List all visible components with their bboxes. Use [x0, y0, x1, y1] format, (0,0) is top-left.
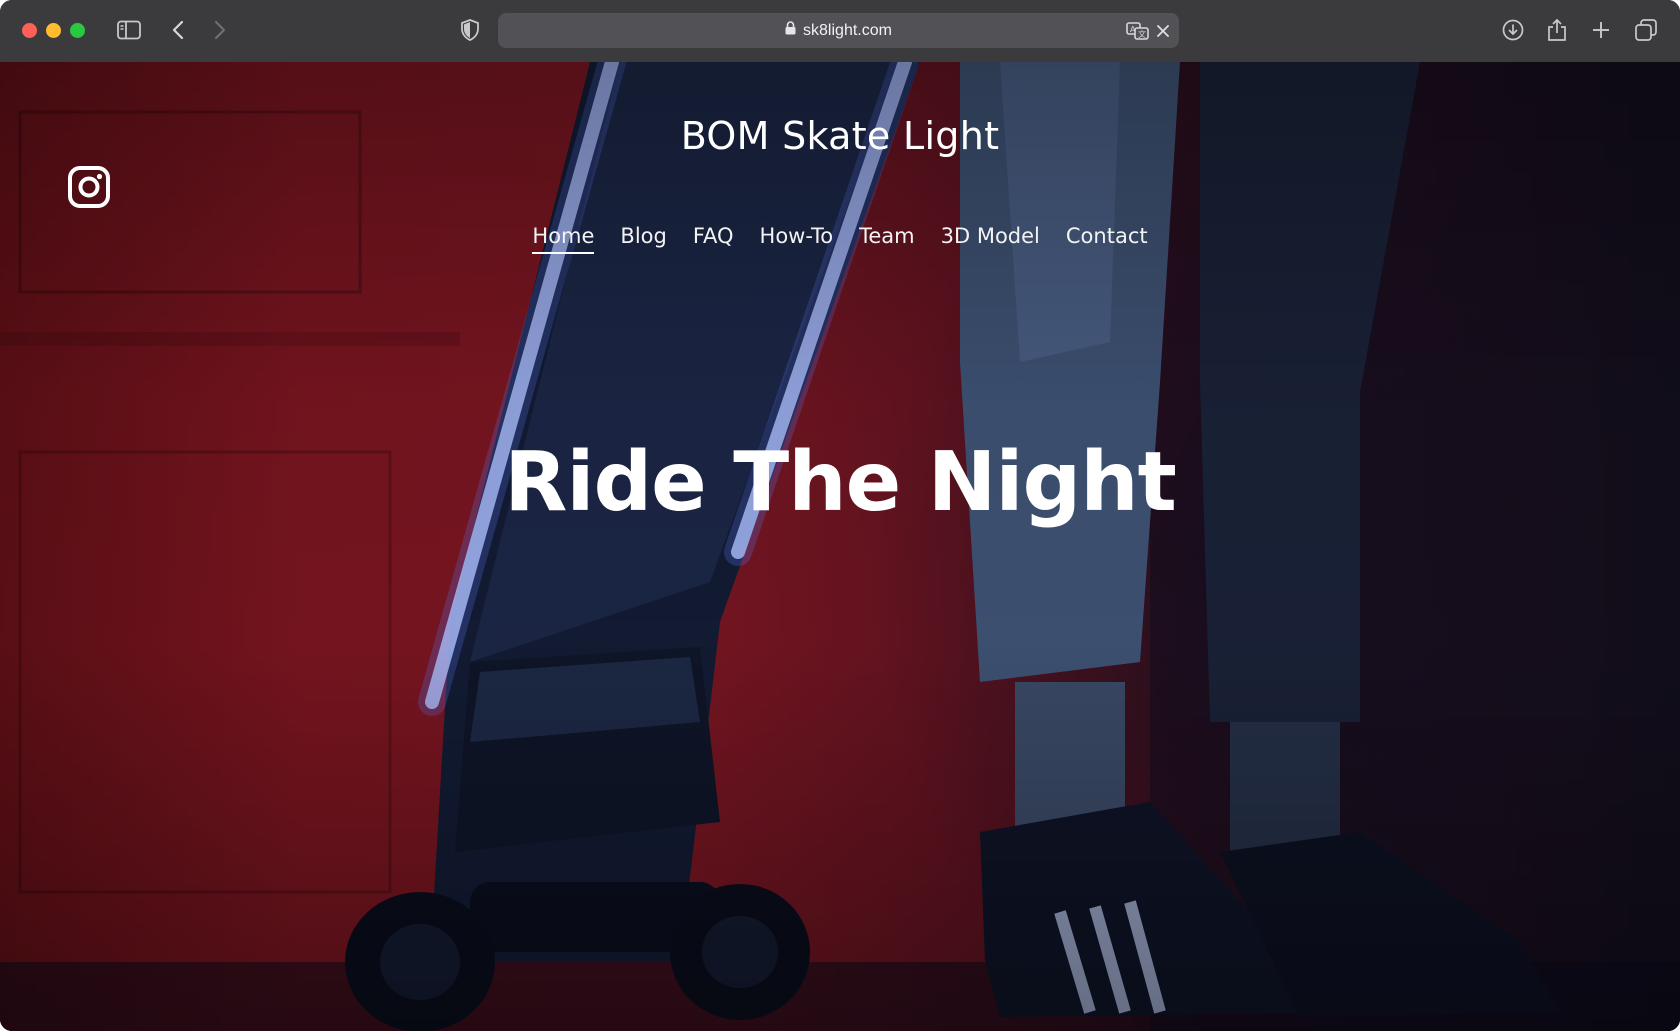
- forward-arrow-icon[interactable]: [210, 18, 230, 42]
- browser-toolbar: sk8light.com A文: [0, 0, 1680, 63]
- dark-overlay: [0, 62, 1680, 1031]
- nav-item-team[interactable]: Team: [859, 224, 915, 254]
- site-title[interactable]: BOM Skate Light: [0, 114, 1680, 158]
- tab-overview-icon[interactable]: [1633, 17, 1659, 43]
- close-icon[interactable]: [1154, 22, 1172, 40]
- url-text: sk8light.com: [803, 21, 892, 39]
- lock-icon: [785, 21, 796, 40]
- main-nav: Home Blog FAQ How-To Team 3D Model Conta…: [0, 224, 1680, 254]
- nav-item-how-to[interactable]: How-To: [760, 224, 834, 254]
- nav-item-blog[interactable]: Blog: [620, 224, 666, 254]
- minimize-window-button[interactable]: [46, 23, 61, 38]
- nav-item-home[interactable]: Home: [532, 224, 595, 254]
- browser-window: sk8light.com A文 BOM Skate Light Home Blo…: [0, 0, 1680, 1031]
- sidebar-toggle-icon[interactable]: [116, 18, 142, 42]
- address-bar[interactable]: sk8light.com A文: [498, 13, 1179, 48]
- downloads-icon[interactable]: [1500, 17, 1526, 43]
- svg-text:文: 文: [1138, 29, 1146, 39]
- svg-text:A: A: [1130, 25, 1136, 34]
- web-page: BOM Skate Light Home Blog FAQ How-To Tea…: [0, 62, 1680, 1031]
- close-window-button[interactable]: [22, 23, 37, 38]
- hero-headline: Ride The Night: [504, 434, 1177, 530]
- new-tab-plus-icon[interactable]: [1590, 18, 1612, 42]
- zoom-window-button[interactable]: [70, 23, 85, 38]
- privacy-shield-icon[interactable]: [458, 17, 482, 43]
- nav-item-contact[interactable]: Contact: [1066, 224, 1148, 254]
- share-icon[interactable]: [1545, 16, 1569, 44]
- nav-item-3d-model[interactable]: 3D Model: [941, 224, 1040, 254]
- instagram-icon[interactable]: [68, 166, 110, 208]
- translate-icon[interactable]: A文: [1125, 20, 1151, 42]
- back-arrow-icon[interactable]: [168, 18, 188, 42]
- nav-item-faq[interactable]: FAQ: [693, 224, 734, 254]
